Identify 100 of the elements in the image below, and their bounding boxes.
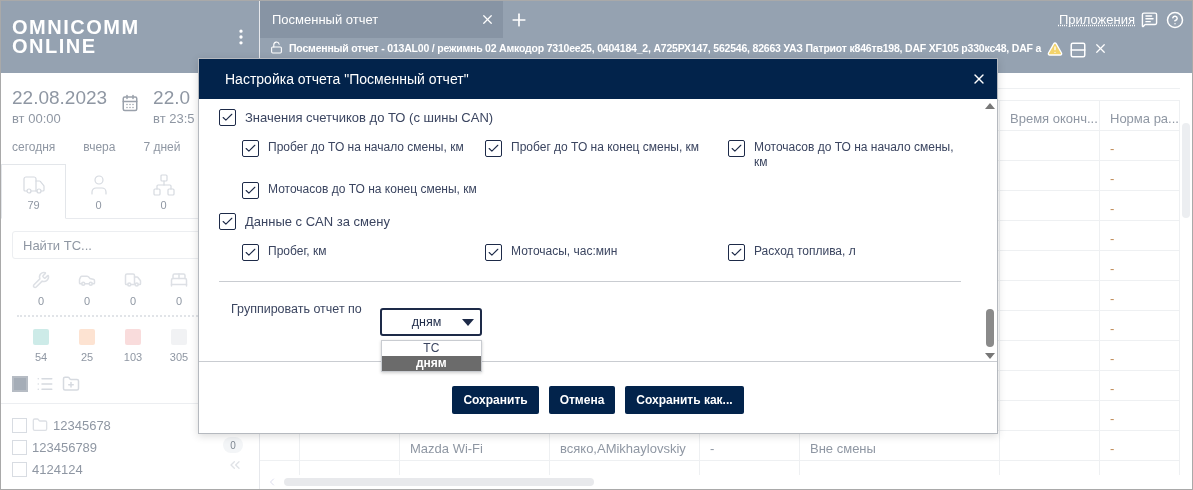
bed-icon[interactable] (170, 271, 188, 289)
help-icon[interactable] (1166, 10, 1184, 29)
table-cell-text: - (1109, 259, 1116, 278)
check-icon (730, 142, 743, 155)
report-tab[interactable]: Посменный отчет (260, 1, 503, 38)
scroll-up-icon[interactable] (985, 103, 995, 109)
option-label: Моточасы, час:мин (511, 244, 618, 259)
range-link[interactable]: сегодня (12, 140, 56, 154)
logo: OMNICOMM ONLINE (12, 18, 140, 56)
check-icon (487, 246, 500, 259)
check-icon (244, 246, 257, 259)
time-text: вт 00:00 (12, 111, 62, 126)
table-cell-text: - (1109, 409, 1116, 428)
check-icon (730, 246, 743, 259)
range-link[interactable]: вчера (83, 140, 116, 154)
count-text: 0 (129, 295, 137, 307)
field-label: Группировать отчет по (231, 302, 362, 316)
tree-item[interactable]: 4124124 (32, 461, 83, 477)
apps-link[interactable]: Приложения (1058, 12, 1135, 27)
add-folder-icon[interactable] (62, 375, 80, 393)
group-by-select[interactable]: дням (379, 308, 482, 336)
scrollbar-thumb[interactable] (986, 309, 994, 347)
count-text: 0 (37, 295, 45, 307)
table-cell-text: - (1109, 199, 1116, 218)
cancel-button[interactable]: Отмена (548, 386, 616, 414)
checkbox[interactable] (728, 140, 745, 157)
count-text: 305 (169, 351, 189, 363)
status-swatch[interactable] (125, 329, 141, 345)
time-text: вт 23:5 (153, 111, 195, 126)
dropdown-option[interactable]: ТС (381, 341, 481, 356)
table-cell-text: - (709, 439, 716, 458)
range-link[interactable]: 7 дней (143, 140, 181, 154)
list-icon[interactable] (36, 375, 54, 393)
checkbox[interactable] (485, 140, 502, 157)
table-cell-text: - (1109, 349, 1116, 368)
report-title: Посменный отчет - 013AL00 / режимнь 02 Амкодор 7310ее25, 0404184_2, А725РХ147, 562546, 82663 УАЗ Патриот к846тв198, DAF XF105 р330кс48, DAF а (289, 41, 1042, 55)
tree-item[interactable]: 123456789 (32, 439, 98, 455)
table-cell-text: - (1109, 319, 1116, 338)
date-text: 22.08.2023 (12, 87, 108, 109)
layout-icon[interactable] (1069, 41, 1088, 59)
column-header[interactable]: Время оконч... (1000, 103, 1100, 133)
table-cell-text: - (1109, 139, 1116, 158)
status-swatch[interactable] (33, 329, 49, 345)
scroll-down-icon[interactable] (985, 353, 995, 359)
save-as-button[interactable]: Сохранить как... (625, 386, 744, 414)
tree-item[interactable]: 12345678 (53, 417, 111, 433)
table-cell-text: - (1109, 169, 1116, 188)
option-label: Моточасов до ТО на конец смены, км (268, 182, 477, 197)
network-icon (151, 173, 176, 197)
count-text: 0 (95, 199, 102, 211)
save-button[interactable]: Сохранить (452, 386, 539, 414)
check-icon (244, 184, 257, 197)
check-icon (244, 142, 257, 155)
count-text: 0 (160, 199, 167, 211)
table-cell-text: - (1109, 439, 1116, 458)
checkbox[interactable] (242, 140, 259, 157)
option-label: Пробег, км (268, 244, 327, 259)
warning-icon[interactable] (1047, 41, 1064, 57)
checkbox[interactable] (728, 244, 745, 261)
caret-icon (461, 318, 474, 326)
check-icon (487, 142, 500, 155)
section-label: Значения счетчиков до ТО (с шины CAN) (245, 110, 494, 125)
dropdown-option[interactable]: дням (381, 356, 481, 371)
section-label: Данные с CAN за смену (245, 214, 390, 229)
chat-icon[interactable] (1141, 11, 1158, 28)
lock-icon[interactable] (270, 41, 283, 54)
checkbox[interactable] (242, 244, 259, 261)
count-text: 54 (34, 351, 48, 363)
option-label: Пробег до ТО на конец смены, км (511, 140, 700, 155)
table-cell-text: Mazda Wi-Fi (409, 439, 484, 458)
date-text: 22.0 (153, 87, 192, 109)
check-icon (221, 215, 234, 228)
count-badge: 0 (223, 437, 243, 453)
status-swatch[interactable] (79, 329, 95, 345)
wrench-icon[interactable] (32, 271, 50, 289)
select-all-checkbox[interactable] (12, 376, 28, 392)
table-cell-text: - (1109, 379, 1116, 398)
object-tab[interactable]: 0 (66, 164, 131, 219)
checkbox[interactable] (219, 213, 236, 230)
count-text: 103 (123, 351, 143, 363)
dialog-title: Настройка отчета "Посменный отчет" (225, 71, 469, 87)
object-tab[interactable]: 0 (131, 164, 196, 219)
count-text: 0 (83, 295, 91, 307)
table-cell-text: Вне смены (809, 439, 877, 458)
column-header[interactable]: Норма ра... (1100, 103, 1180, 133)
option-label: Расход топлива, л (754, 244, 856, 259)
option-label: Пробег до ТО на начало смены, км (268, 140, 464, 155)
checkbox[interactable] (242, 182, 259, 199)
truck-icon[interactable] (124, 271, 142, 289)
option-label: Моточасов до ТО на начало смены, км (754, 140, 955, 170)
checkbox[interactable] (219, 109, 236, 126)
count-text: 25 (80, 351, 94, 363)
table-cell-text: - (1109, 289, 1116, 308)
checkbox[interactable] (485, 244, 502, 261)
calendar-icon[interactable] (121, 94, 140, 112)
object-tab[interactable]: 79 (1, 164, 66, 219)
folder-icon (32, 417, 48, 433)
table-cell-text: - (1109, 229, 1116, 248)
check-icon (221, 111, 234, 124)
table-cell-text: всяко,AMikhaylovskiy (559, 439, 687, 458)
